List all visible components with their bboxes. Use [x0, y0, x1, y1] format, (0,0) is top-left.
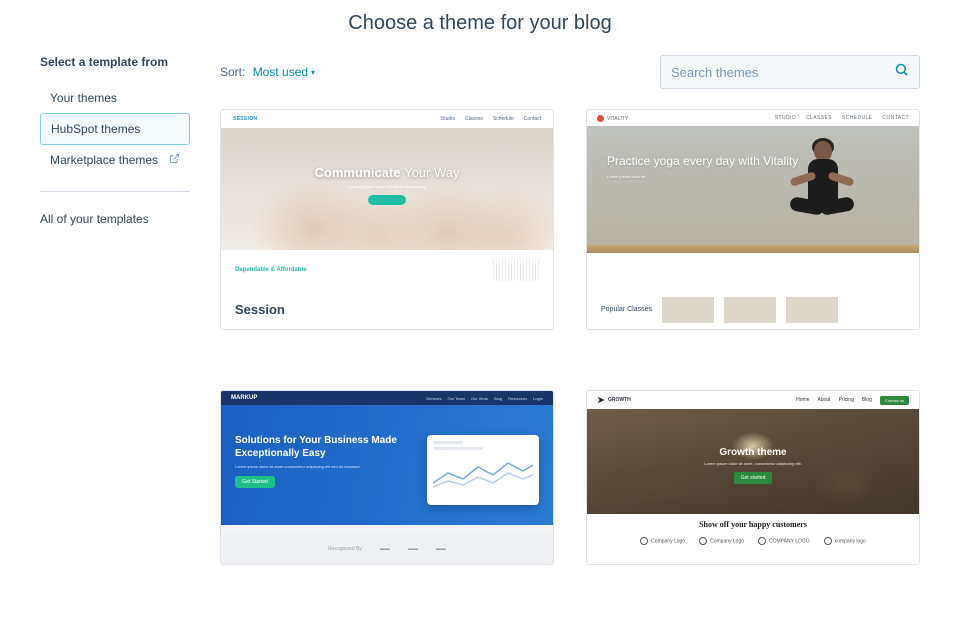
preview-nav: STUDIO CLASSES SCHEDULE CONTACT — [775, 115, 909, 121]
theme-card-growth[interactable]: GROWTH Home About Pricing Blog Contact u… — [586, 390, 920, 565]
preview-chart-card — [427, 435, 539, 505]
preview-topbar: SESSION Studio Classes Schedule Contact — [221, 110, 553, 128]
theme-preview: VITALITY STUDIO CLASSES SCHEDULE CONTACT… — [587, 110, 919, 329]
preview-brand: SESSION — [233, 116, 257, 122]
sort-label: Sort: — [220, 65, 245, 79]
preview-cta: Get Started — [235, 476, 275, 488]
chevron-down-icon: ▾ — [311, 68, 315, 77]
preview-hero: Growth theme Lorem ipsum dolor sit amet,… — [587, 409, 919, 515]
preview-topbar: GROWTH Home About Pricing Blog Contact u… — [587, 391, 919, 409]
preview-nav: Home About Pricing Blog Contact us — [796, 396, 909, 405]
preview-topbar: VITALITY STUDIO CLASSES SCHEDULE CONTACT — [587, 110, 919, 126]
theme-preview: SESSION Studio Classes Schedule Contact … — [221, 110, 553, 290]
search-box[interactable] — [660, 55, 920, 89]
preview-strip: Recognized By ▬▬▬▬▬▬ — [221, 534, 553, 564]
preview-brand: MARKUP — [231, 395, 257, 401]
preview-cta: Get started — [734, 472, 773, 484]
yoga-figure-icon — [766, 135, 881, 245]
theme-card-martech[interactable]: MARKUP Services Our Team Our Work Blog R… — [220, 390, 554, 565]
sidebar-divider — [40, 191, 190, 192]
preview-brand: GROWTH — [597, 396, 631, 404]
theme-name: Vitality — [587, 329, 919, 330]
theme-name: Martech — [221, 564, 553, 565]
sort-value: Most used — [253, 65, 308, 79]
sort-dropdown[interactable]: Most used ▾ — [253, 65, 315, 79]
sidebar-item-label: Your themes — [50, 91, 117, 105]
sidebar-item-hubspot-themes[interactable]: HubSpot themes — [40, 113, 190, 145]
preview-hero: Solutions for Your Business Made Excepti… — [221, 405, 553, 525]
main-content: Sort: Most used ▾ SESSION — [220, 55, 920, 565]
preview-strip: Popular Classes — [587, 291, 919, 329]
external-link-icon — [169, 153, 180, 167]
theme-name: Growth — [587, 564, 919, 565]
theme-preview: MARKUP Services Our Team Our Work Blog R… — [221, 391, 553, 564]
theme-name: Session — [221, 290, 553, 329]
search-input[interactable] — [671, 65, 894, 80]
theme-grid: SESSION Studio Classes Schedule Contact … — [220, 109, 920, 565]
sidebar-item-your-themes[interactable]: Your themes — [40, 83, 190, 113]
search-icon — [894, 62, 909, 82]
preview-brand: VITALITY — [597, 115, 628, 122]
sidebar-item-label: HubSpot themes — [51, 122, 140, 136]
preview-strip: Show off your happy customers Company Lo… — [587, 514, 919, 564]
theme-card-session[interactable]: SESSION Studio Classes Schedule Contact … — [220, 109, 554, 330]
sidebar-item-marketplace-themes[interactable]: Marketplace themes — [40, 145, 190, 175]
page-title: Choose a theme for your blog — [0, 12, 960, 35]
preview-topbar: MARKUP Services Our Team Our Work Blog R… — [221, 391, 553, 405]
preview-strip: Dependable & Affordable — [221, 250, 553, 290]
theme-card-vitality[interactable]: VITALITY STUDIO CLASSES SCHEDULE CONTACT… — [586, 109, 920, 330]
preview-hero: Communicate Your Way Lorem ipsum dolor s… — [221, 165, 553, 205]
sidebar-item-label: Marketplace themes — [50, 153, 158, 167]
sort-control: Sort: Most used ▾ — [220, 65, 315, 79]
sidebar-item-label: All of your templates — [40, 212, 149, 226]
sidebar: Select a template from Your themes HubSp… — [40, 55, 190, 565]
preview-nav: Studio Classes Schedule Contact — [441, 116, 541, 122]
toolbar: Sort: Most used ▾ — [220, 55, 920, 89]
preview-cta — [368, 195, 406, 205]
theme-preview: GROWTH Home About Pricing Blog Contact u… — [587, 391, 919, 564]
sidebar-item-all-templates[interactable]: All of your templates — [40, 204, 190, 234]
sidebar-title: Select a template from — [40, 55, 190, 69]
